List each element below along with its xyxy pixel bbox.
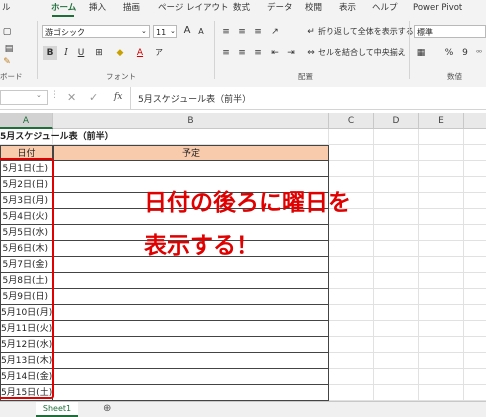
plan-cell[interactable] [53,321,329,337]
ribbon-tab-bar: ル ホーム 挿入 描画 ページ レイアウト 数式 データ 校閲 表示 ヘルプ P… [0,0,486,17]
formula-divider [130,87,131,109]
percent-icon[interactable]: % [442,46,456,60]
border-icon[interactable]: ⊞ [92,46,106,60]
format-painter-icon[interactable]: ✎ [0,55,14,69]
sheet-tab-sheet1[interactable]: Sheet1 [36,402,78,417]
font-name-select[interactable]: 游ゴシック [42,25,150,38]
gridline [463,129,464,400]
plan-cell[interactable] [53,353,329,369]
align-right-icon[interactable]: ≡ [251,46,265,60]
formula-input[interactable]: 5月スケジュール表（前半） [138,92,251,105]
gridline [373,129,374,400]
group-label-clipboard: ボード [0,72,23,81]
tab-formulas[interactable]: 数式 [233,0,250,17]
chevron-down-icon[interactable]: ⌄ [141,25,147,38]
column-header-c[interactable]: C [329,113,374,129]
confirm-icon[interactable]: ✓ [89,91,98,104]
align-center-icon[interactable]: ≡ [235,46,249,60]
tab-draw[interactable]: 描画 [123,0,140,17]
plan-cell[interactable] [53,385,329,401]
ribbon-separator [214,21,215,79]
number-format-select[interactable]: 標準 [414,25,486,38]
align-top-icon[interactable]: ≡ [219,25,233,39]
ribbon: ▢ ▤ ✎ ボード 游ゴシック ⌄ 11 ⌄ A A B I U ⊞ ◆ A ア… [0,17,486,88]
add-sheet-icon[interactable]: ⊕ [103,402,111,416]
orientation-icon[interactable]: ↗ [268,25,282,39]
fill-color-icon[interactable]: ◆ [113,46,127,60]
font-size-value: 11 [156,28,167,37]
tab-page-layout[interactable]: ページ レイアウト [158,0,229,17]
merge-center-icon[interactable]: ⇔ [304,46,318,60]
plan-header-cell[interactable]: 予定 [53,145,329,161]
chevron-down-icon[interactable]: ⌄ [36,91,42,99]
group-label-number: 数値 [447,72,462,81]
bold-button[interactable]: B [43,46,57,60]
currency-icon[interactable]: ▦ [414,46,428,60]
group-label-alignment: 配置 [298,72,313,81]
column-header-b[interactable]: B [53,113,329,129]
increase-indent-icon[interactable]: ⇥ [284,46,298,60]
cancel-icon[interactable]: ✕ [67,91,76,104]
annotation-line-2: 表示する！ [144,233,259,259]
plan-cell[interactable] [53,273,329,289]
tab-insert[interactable]: 挿入 [89,0,106,17]
font-name-value: 游ゴシック [45,28,85,37]
tab-file[interactable]: ル [2,0,11,17]
increase-font-icon[interactable]: A [180,24,194,38]
sheet-tab-bar: Sheet1 ⊕ [0,401,486,417]
column-header-d[interactable]: D [374,113,419,129]
tab-review[interactable]: 校閲 [305,0,322,17]
annotation-line-1: 日付の後ろに曜日を [144,190,351,216]
plan-cell[interactable] [53,289,329,305]
column-header-e[interactable]: E [419,113,464,129]
plan-cell[interactable] [53,337,329,353]
plan-cell[interactable] [53,161,329,177]
formula-bar: ⌄ ⋮ ✕ ✓ fx 5月スケジュール表（前半） [0,87,486,110]
insert-function-icon[interactable]: fx [114,92,122,102]
column-header-a[interactable]: A [0,113,53,129]
column-header-f[interactable] [464,113,486,129]
tab-power-pivot[interactable]: Power Pivot [413,0,462,17]
sheet-title-cell[interactable]: 5月スケジュール表（前半） [0,129,114,145]
date-highlight-box [0,158,54,399]
decrease-font-icon[interactable]: A [194,25,208,39]
number-format-value: 標準 [417,28,433,37]
copy-icon[interactable]: ▢ [0,25,14,39]
ribbon-separator [409,21,410,79]
chevron-down-icon[interactable]: ⌄ [397,47,403,59]
align-bottom-icon[interactable]: ≡ [251,25,265,39]
font-color-icon[interactable]: A [133,46,147,60]
wrap-text-button[interactable]: 折り返して全体を表示する [318,26,414,38]
plan-cell[interactable] [53,305,329,321]
group-label-font: フォント [106,72,136,81]
gridline [418,129,419,400]
merge-center-button[interactable]: セルを結合して中央揃え [318,47,406,59]
tab-data[interactable]: データ [267,0,293,17]
italic-button[interactable]: I [59,46,73,60]
phonetic-icon[interactable]: ア [152,46,166,60]
more-icon: ⋮ [50,90,59,100]
tab-view[interactable]: 表示 [339,0,356,17]
underline-button[interactable]: U [74,46,88,60]
tab-help[interactable]: ヘルプ [372,0,398,17]
align-middle-icon[interactable]: ≡ [235,25,249,39]
wrap-text-icon[interactable]: ↵ [304,25,318,39]
increase-decimal-icon[interactable]: ⁰⁰ [472,46,486,60]
ribbon-separator [37,21,38,79]
chevron-down-icon[interactable]: ⌄ [170,25,176,38]
plan-cell[interactable] [53,369,329,385]
comma-icon[interactable]: 9 [458,46,472,60]
decrease-indent-icon[interactable]: ⇤ [268,46,282,60]
paste-icon[interactable]: ▤ [2,42,16,56]
align-left-icon[interactable]: ≡ [219,46,233,60]
